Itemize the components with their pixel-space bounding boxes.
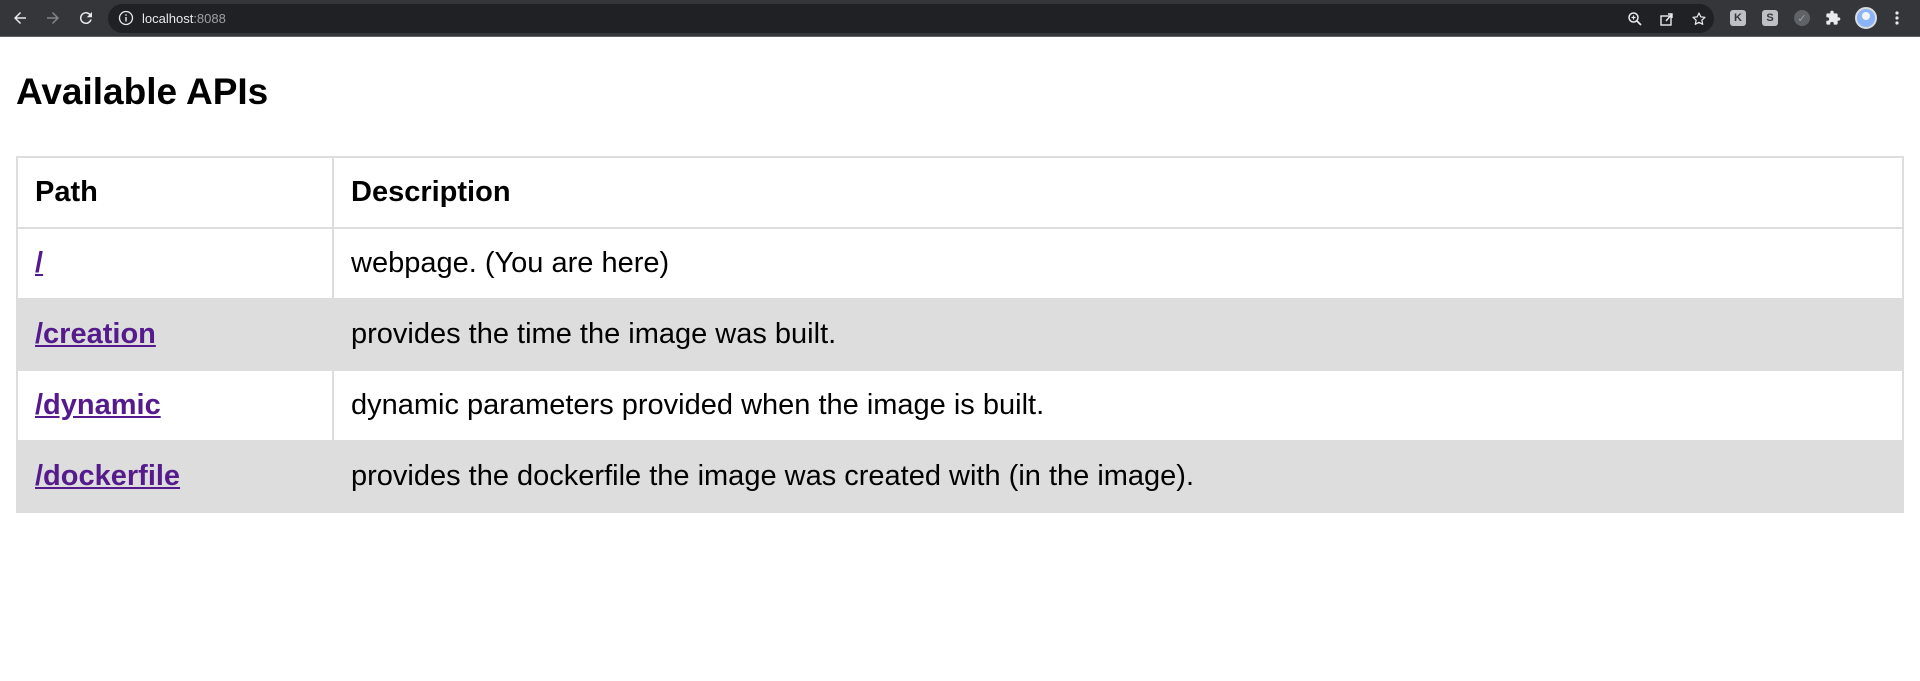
table-row: / webpage. (You are here)	[16, 227, 1904, 300]
kebab-menu-icon[interactable]	[1885, 6, 1909, 30]
table-header-row: Path Description	[16, 156, 1904, 229]
extension-check-icon[interactable]: ✓	[1794, 10, 1810, 26]
path-cell: /creation	[16, 298, 334, 371]
browser-toolbar: localhost:8088 K S ✓	[0, 0, 1920, 37]
share-icon[interactable]	[1658, 10, 1676, 28]
api-link-dockerfile[interactable]: /dockerfile	[35, 460, 180, 492]
table-row: /dockerfile provides the dockerfile the …	[16, 440, 1904, 513]
api-link-root[interactable]: /	[35, 247, 43, 279]
bookmark-star-icon[interactable]	[1690, 10, 1708, 28]
table-row: /creation provides the time the image wa…	[16, 298, 1904, 371]
extension-k-icon[interactable]: K	[1730, 10, 1746, 26]
path-cell: /	[16, 227, 334, 300]
address-bar[interactable]: localhost:8088	[108, 4, 1714, 33]
header-description: Description	[332, 156, 1904, 229]
page-title: Available APIs	[16, 71, 269, 112]
profile-avatar[interactable]	[1855, 7, 1877, 29]
description-cell: webpage. (You are here)	[332, 227, 1904, 300]
path-cell: /dynamic	[16, 369, 334, 442]
path-cell: /dockerfile	[16, 440, 334, 513]
reload-icon[interactable]	[74, 6, 98, 30]
header-path: Path	[16, 156, 334, 229]
zoom-icon[interactable]	[1626, 10, 1644, 28]
api-table: Path Description / webpage. (You are her…	[16, 156, 1904, 513]
description-cell: provides the time the image was built.	[332, 298, 1904, 371]
page-content: Available APIs Path Description / webpag…	[0, 37, 1920, 681]
url-host: localhost	[142, 11, 194, 26]
url-port: :8088	[193, 11, 226, 26]
forward-icon[interactable]	[41, 6, 65, 30]
puzzle-icon[interactable]	[1821, 6, 1845, 30]
back-icon[interactable]	[8, 6, 32, 30]
api-link-creation[interactable]: /creation	[35, 318, 156, 350]
table-row: /dynamic dynamic parameters provided whe…	[16, 369, 1904, 442]
site-info-icon[interactable]	[118, 10, 134, 26]
description-cell: dynamic parameters provided when the ima…	[332, 369, 1904, 442]
url-text[interactable]: localhost:8088	[142, 4, 226, 33]
extension-s-icon[interactable]: S	[1762, 10, 1778, 26]
api-link-dynamic[interactable]: /dynamic	[35, 389, 161, 421]
description-cell: provides the dockerfile the image was cr…	[332, 440, 1904, 513]
